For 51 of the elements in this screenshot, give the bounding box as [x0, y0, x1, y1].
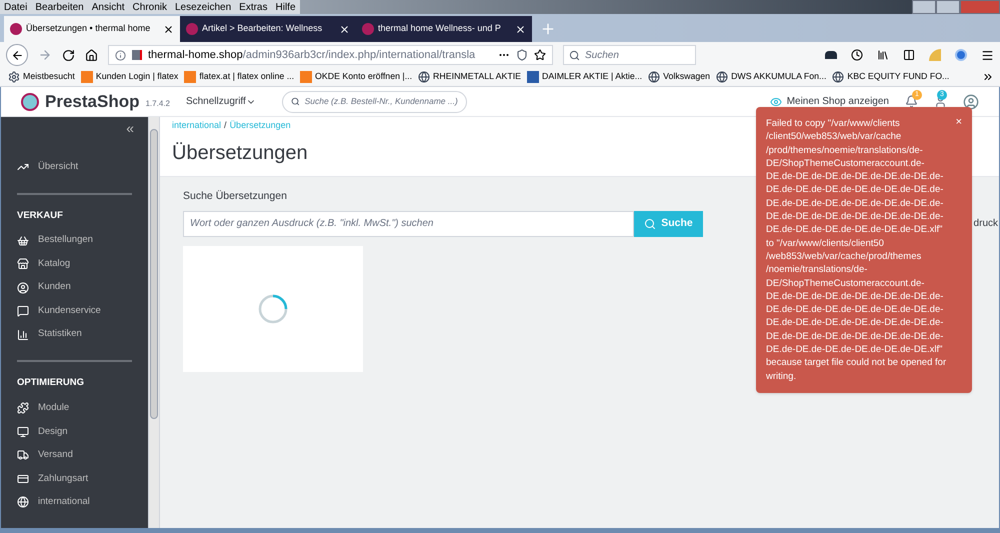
- browser-tab[interactable]: Übersetzungen • thermal home: [4, 16, 180, 42]
- translation-search-field[interactable]: Wort oder ganzen Ausdruck (z.B. "inkl. MwSt.") suchen: [183, 210, 634, 237]
- sidebar-item[interactable]: Katalog: [17, 252, 132, 276]
- sidebar-item[interactable]: Übersicht: [17, 155, 148, 178]
- bookmark-item[interactable]: KBC EQUITY FUND FO...: [832, 70, 950, 84]
- bookmark-item[interactable]: DWS AKKUMULA Fon...: [716, 70, 826, 84]
- view-shop-link[interactable]: Meinen Shop anzeigen: [770, 94, 889, 109]
- collapse-sidebar-button[interactable]: «: [126, 121, 134, 135]
- menu-item[interactable]: Chronik: [128, 0, 171, 14]
- tab-title: Artikel > Bearbeiten: Wellness: [202, 22, 324, 36]
- bookmark-item[interactable]: Kunden Login | flatex: [80, 70, 178, 84]
- bookmark-item[interactable]: DAIMLER AKTIE | Aktie...: [527, 70, 642, 84]
- browser-tab[interactable]: thermal home Wellness- und P: [356, 16, 532, 42]
- sidebar-item[interactable]: Bestellungen: [17, 228, 132, 252]
- quick-access-menu[interactable]: Schnellzugriff: [186, 94, 256, 109]
- sidebar-item[interactable]: Statistiken: [17, 322, 132, 346]
- menu-item[interactable]: Bearbeiten: [31, 0, 88, 14]
- close-toast-button[interactable]: ×: [956, 117, 962, 383]
- counter-text: druck: [974, 217, 998, 232]
- sidebar-item[interactable]: international: [17, 490, 132, 514]
- address-bar[interactable]: thermal-home.shop/admin936arb3cr/index.php/international/transla: [108, 45, 553, 65]
- bookmark-item[interactable]: OKDE Konto eröffnen |...: [300, 70, 412, 84]
- menu-item[interactable]: Ansicht: [88, 0, 129, 14]
- sidebar-item[interactable]: Kunden: [17, 276, 132, 300]
- admin-search-field[interactable]: Suche (z.B. Bestell-Nr., Kundenname ...): [282, 90, 467, 112]
- error-message: Failed to copy "/var/www/clients /client50/web853/web/var/cache /prod/themes/noemie/translations/de-DE/ShopThemeCustomeraccount.de-DE.de-DE.de-DE.de-DE.de-DE.de-DE.de-DE.de-DE.de-DE.de-DE.de-DE.de-DE.de-DE.de-DE.de-DE.de-DE.de-DE.de-DE.de-DE.de-DE.de-DE.de-DE.de-DE.de-DE.de-DE.de-DE.de-DE.de-DE.de-DE.de-DE.xlf" to "/var/www/clients/client50 /web853/web/var/cache/prod/themes /noemie/translations/de-DE/ShopThemeCustomeraccount.de-DE.de-DE.de-DE.de-DE.de-DE.de-DE.de-DE.de-DE.de-DE.de-DE.de-DE.de-DE.de-DE.de-DE.de-DE.de-DE.de-DE.de-DE.de-DE.de-DE.de-DE.de-DE.de-DE.de-DE.de-DE.de-DE.de-DE.de-DE.de-DE.de-DE.xlf" because target file could not be opened for writing.: [766, 117, 948, 383]
- browser-search-field[interactable]: Suchen: [563, 45, 696, 65]
- sidebar-item[interactable]: Versand: [17, 444, 132, 467]
- menu-item[interactable]: Lesezeichen: [171, 0, 236, 14]
- browser-tab[interactable]: Artikel > Bearbeiten: Wellness: [180, 16, 356, 42]
- tab-title: Übersetzungen • thermal home: [26, 22, 152, 36]
- sidebar-section-title: OPTIMIERUNG: [17, 376, 86, 390]
- search-label: Suche Übersetzungen: [183, 189, 287, 204]
- bookmark-item[interactable]: flatex.at | flatex online ...: [184, 70, 294, 84]
- sidebar-item[interactable]: Module: [17, 396, 132, 420]
- sidebar-section-title: VERKAUF: [17, 208, 64, 222]
- bookmark-item[interactable]: Meistbesucht: [8, 70, 75, 84]
- logo-text: PrestaShop: [45, 90, 140, 113]
- sidebar-item[interactable]: Design: [17, 420, 132, 444]
- sidebar-item[interactable]: Zahlungsart: [17, 467, 132, 490]
- breadcrumb-separator: /: [224, 119, 227, 132]
- menu-item[interactable]: Extras: [235, 0, 272, 14]
- version-text: 1.7.4.2: [145, 98, 170, 110]
- bookmark-item[interactable]: Volkswagen: [648, 70, 710, 84]
- bookmark-item[interactable]: RHEINMETALL AKTIE: [418, 70, 522, 84]
- url-text: thermal-home.shop/admin936arb3cr/index.php/international/transla: [148, 48, 476, 63]
- menu-item[interactable]: Datei: [0, 0, 32, 14]
- tab-title: thermal home Wellness- und P: [378, 22, 502, 36]
- sidebar-item[interactable]: Kundenservice: [17, 299, 132, 323]
- menu-item[interactable]: Hilfe: [272, 0, 300, 14]
- page-title: Übersetzungen: [172, 140, 308, 166]
